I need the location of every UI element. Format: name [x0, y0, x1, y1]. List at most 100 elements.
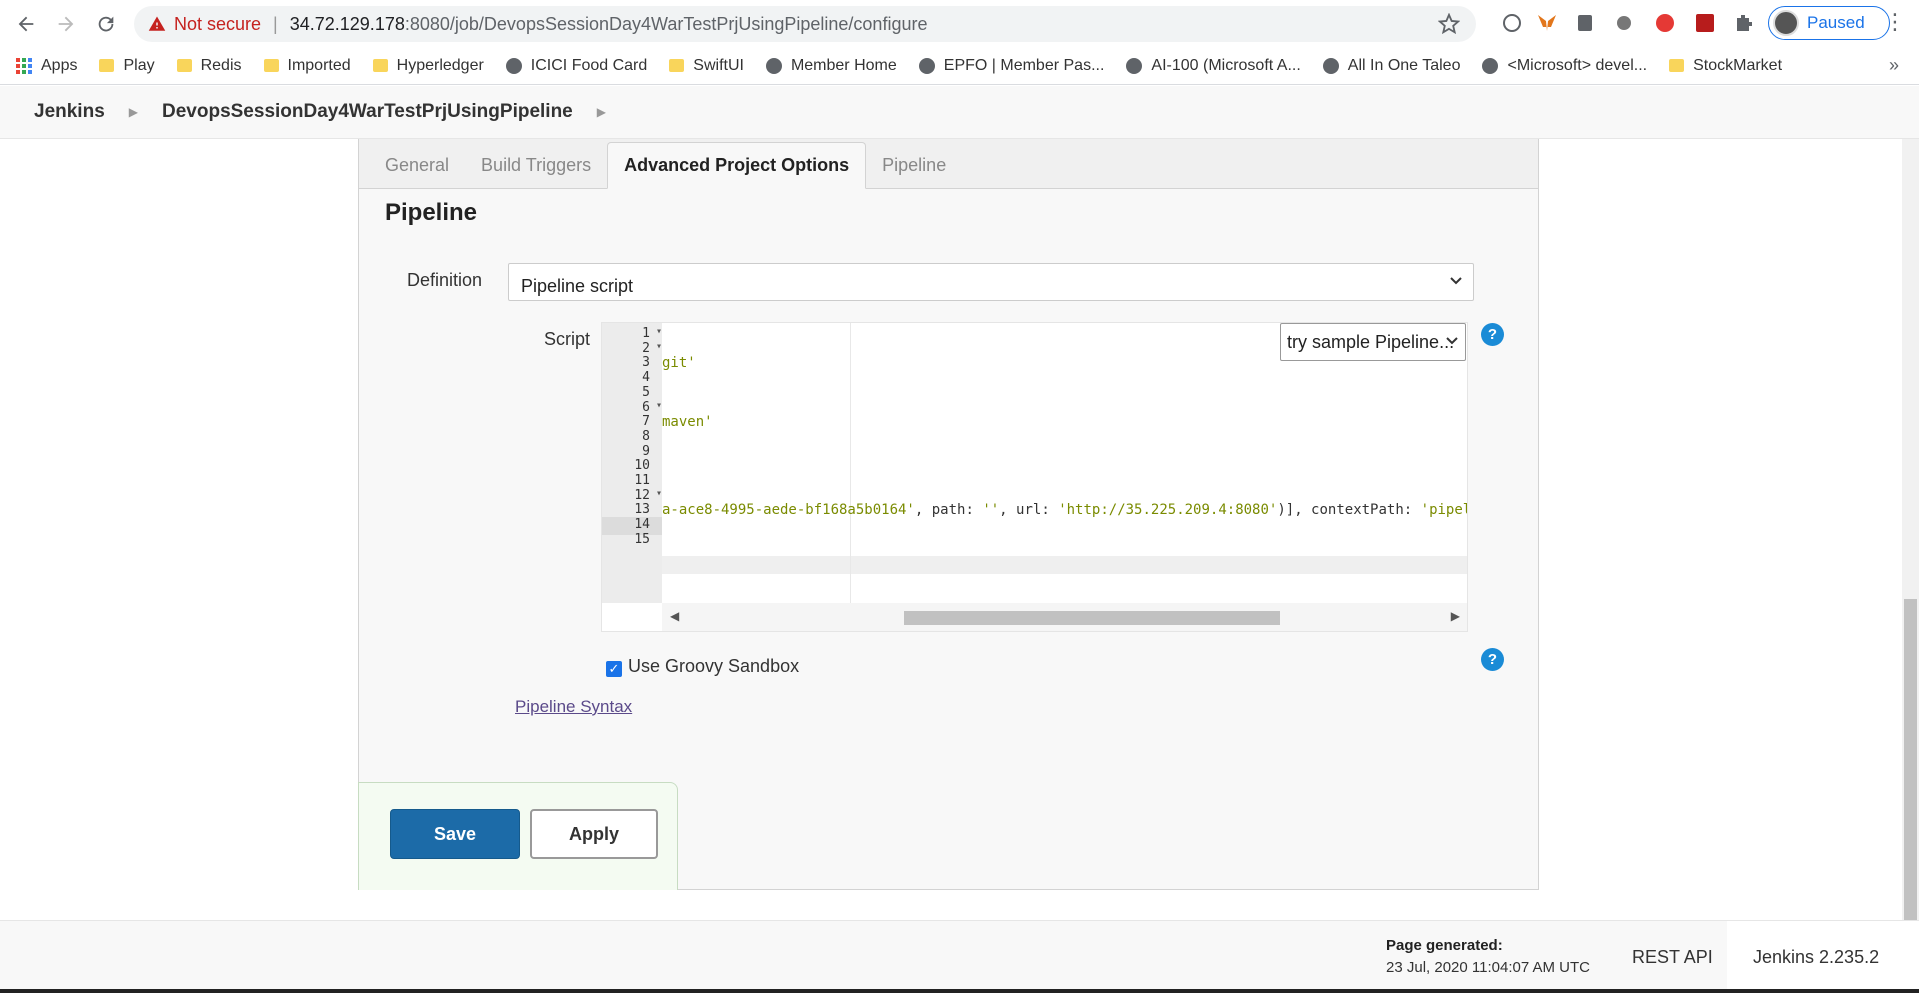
folder-icon	[176, 59, 192, 72]
bookmark-label: Redis	[200, 56, 242, 74]
groovy-sandbox-label: Use Groovy Sandbox	[628, 656, 800, 676]
extension-red-icon[interactable]	[1652, 10, 1678, 36]
rest-api-link[interactable]: REST API	[1632, 947, 1713, 968]
bookmark-label: StockMarket	[1693, 56, 1783, 74]
globe-icon	[1322, 57, 1339, 74]
bookmark-item[interactable]: SwiftUI	[669, 57, 744, 75]
url-host: 34.72.129.178	[289, 13, 405, 34]
pdf-extension-icon[interactable]	[1692, 10, 1718, 36]
job-name-link[interactable]: DevopsSessionDay4WarTestPrjUsingPipeline	[162, 101, 573, 123]
bookmark-item[interactable]: Hyperledger	[372, 56, 484, 75]
globe-icon	[1126, 57, 1143, 74]
bookmark-item[interactable]: StockMarket	[1669, 57, 1782, 75]
extension-reader-icon[interactable]	[1499, 10, 1525, 36]
folder-icon	[1669, 59, 1685, 72]
bookmarks-bar: Apps Play Redis Imported Hyperledger ICICI Fo…	[0, 47, 1919, 85]
page-footer: Page generated: 23 Jul, 2020 11:04:07 AM…	[0, 920, 1919, 990]
extension-circle-icon[interactable]	[1611, 10, 1637, 36]
bookmark-item[interactable]: Redis	[176, 56, 242, 75]
browser-menu-icon[interactable]: ⋮	[1884, 10, 1906, 36]
script-editor[interactable]: ◀ ▶ 123git'4567maven'8910111213a-ace8-49…	[601, 322, 1468, 632]
save-button[interactable]: Save	[390, 809, 520, 859]
jenkins-home-link[interactable]: Jenkins	[34, 101, 105, 123]
url-path: :8080/job/DevopsSessionDay4WarTestPrjUsi…	[404, 13, 928, 34]
chevron-down-icon	[1450, 277, 1462, 285]
apply-button[interactable]: Apply	[530, 809, 658, 859]
address-bar[interactable]: Not secure | 34.72.129.178 :8080/job/Dev…	[134, 6, 1476, 42]
sandbox-help-icon[interactable]: ?	[1481, 648, 1504, 671]
folder-icon	[669, 59, 685, 72]
tab-pipeline[interactable]: Pipeline	[866, 142, 962, 188]
bookmark-label: AI-100 (Microsoft A...	[1151, 56, 1301, 74]
breadcrumb-arrow-icon[interactable]: ▶	[129, 105, 138, 119]
metamask-fox-icon[interactable]	[1534, 10, 1560, 36]
reload-icon[interactable]	[86, 4, 126, 44]
script-label: Script	[544, 329, 591, 349]
form-buttons-bar: Save Apply	[358, 782, 678, 890]
tab-build-triggers[interactable]: Build Triggers	[465, 142, 607, 188]
bookmark-item[interactable]: Apps	[16, 57, 77, 75]
pipeline-syntax-link[interactable]: Pipeline Syntax	[515, 697, 632, 717]
bookmark-label: <Microsoft> devel...	[1507, 56, 1648, 74]
taskbar-strip	[0, 989, 1919, 993]
folder-icon	[99, 59, 115, 72]
bookmark-label: Member Home	[790, 56, 897, 74]
bookmark-label: ICICI Food Card	[530, 56, 648, 74]
bookmark-item[interactable]: ICICI Food Card	[505, 56, 648, 75]
jenkins-breadcrumb: Jenkins ▶ DevopsSessionDay4WarTestPrjUsi…	[0, 86, 1919, 139]
page-generated-date: 23 Jul, 2020 11:04:07 AM UTC	[1386, 959, 1591, 976]
profile-button[interactable]: Paused	[1768, 6, 1890, 40]
definition-select[interactable]: Pipeline script	[508, 263, 1474, 301]
sample-pipeline-select[interactable]: try sample Pipeline...	[1280, 323, 1466, 361]
jenkins-version-link[interactable]: Jenkins 2.235.2	[1727, 921, 1919, 990]
folder-icon	[372, 59, 388, 72]
folder-icon	[263, 59, 279, 72]
script-help-icon[interactable]: ?	[1481, 323, 1504, 346]
scroll-right-icon[interactable]: ▶	[1451, 609, 1460, 623]
code-line[interactable]	[662, 532, 1467, 550]
bookmark-item[interactable]: Play	[99, 56, 155, 75]
bookmark-item[interactable]: EPFO | Member Pas...	[918, 57, 1104, 75]
active-line-highlight	[662, 556, 1467, 574]
bookmark-label: Imported	[287, 56, 351, 74]
bookmark-label: All In One Taleo	[1347, 56, 1461, 74]
bookmark-label: SwiftUI	[693, 56, 744, 74]
not-secure-indicator[interactable]: Not secure	[148, 14, 261, 35]
page-scrollbar[interactable]	[1902, 139, 1919, 989]
avatar	[1773, 10, 1799, 36]
groovy-sandbox-checkbox[interactable]: ✓	[606, 661, 622, 677]
extension-shield-icon[interactable]	[1572, 10, 1598, 36]
bookmark-item[interactable]: Imported	[263, 56, 351, 75]
bookmark-item[interactable]: <Microsoft> devel...	[1482, 57, 1647, 75]
not-secure-label: Not secure	[174, 13, 262, 34]
page-generated-label: Page generated:	[1386, 937, 1503, 954]
config-tabs: General Build Triggers Advanced Project Op…	[359, 139, 1538, 189]
line-number: 15	[634, 531, 650, 547]
chevron-down-icon	[1446, 337, 1458, 345]
bookmark-label: Hyperledger	[396, 56, 484, 74]
bookmark-star-icon[interactable]	[1438, 13, 1460, 35]
bookmarks-overflow-icon[interactable]: »	[1889, 55, 1899, 76]
globe-icon	[918, 57, 935, 74]
globe-icon	[1482, 57, 1499, 74]
breadcrumb-arrow-icon[interactable]: ▶	[597, 105, 606, 119]
editor-horizontal-scrollbar[interactable]: ◀ ▶	[662, 603, 1467, 631]
config-panel: General Build Triggers Advanced Project Op…	[358, 139, 1539, 890]
section-title: Pipeline	[385, 199, 478, 226]
bookmark-item[interactable]: All In One Taleo	[1322, 56, 1461, 75]
bookmark-item[interactable]: Member Home	[765, 56, 897, 75]
tab-general[interactable]: General	[369, 142, 465, 188]
back-arrow-icon[interactable]	[6, 4, 46, 44]
forward-arrow-icon[interactable]	[46, 4, 86, 44]
globe-icon	[505, 57, 522, 74]
definition-label: Definition	[407, 270, 483, 290]
scroll-thumb[interactable]	[904, 611, 1280, 625]
bookmark-label: Play	[123, 56, 155, 74]
warning-triangle-icon	[148, 16, 166, 31]
scroll-left-icon[interactable]: ◀	[670, 609, 679, 623]
tab-advanced-project-options[interactable]: Advanced Project Options	[607, 142, 867, 189]
profile-status: Paused	[1807, 13, 1865, 32]
definition-value: Pipeline script	[521, 276, 634, 296]
extensions-puzzle-icon[interactable]	[1731, 10, 1757, 36]
bookmark-item[interactable]: AI-100 (Microsoft A...	[1126, 56, 1301, 75]
